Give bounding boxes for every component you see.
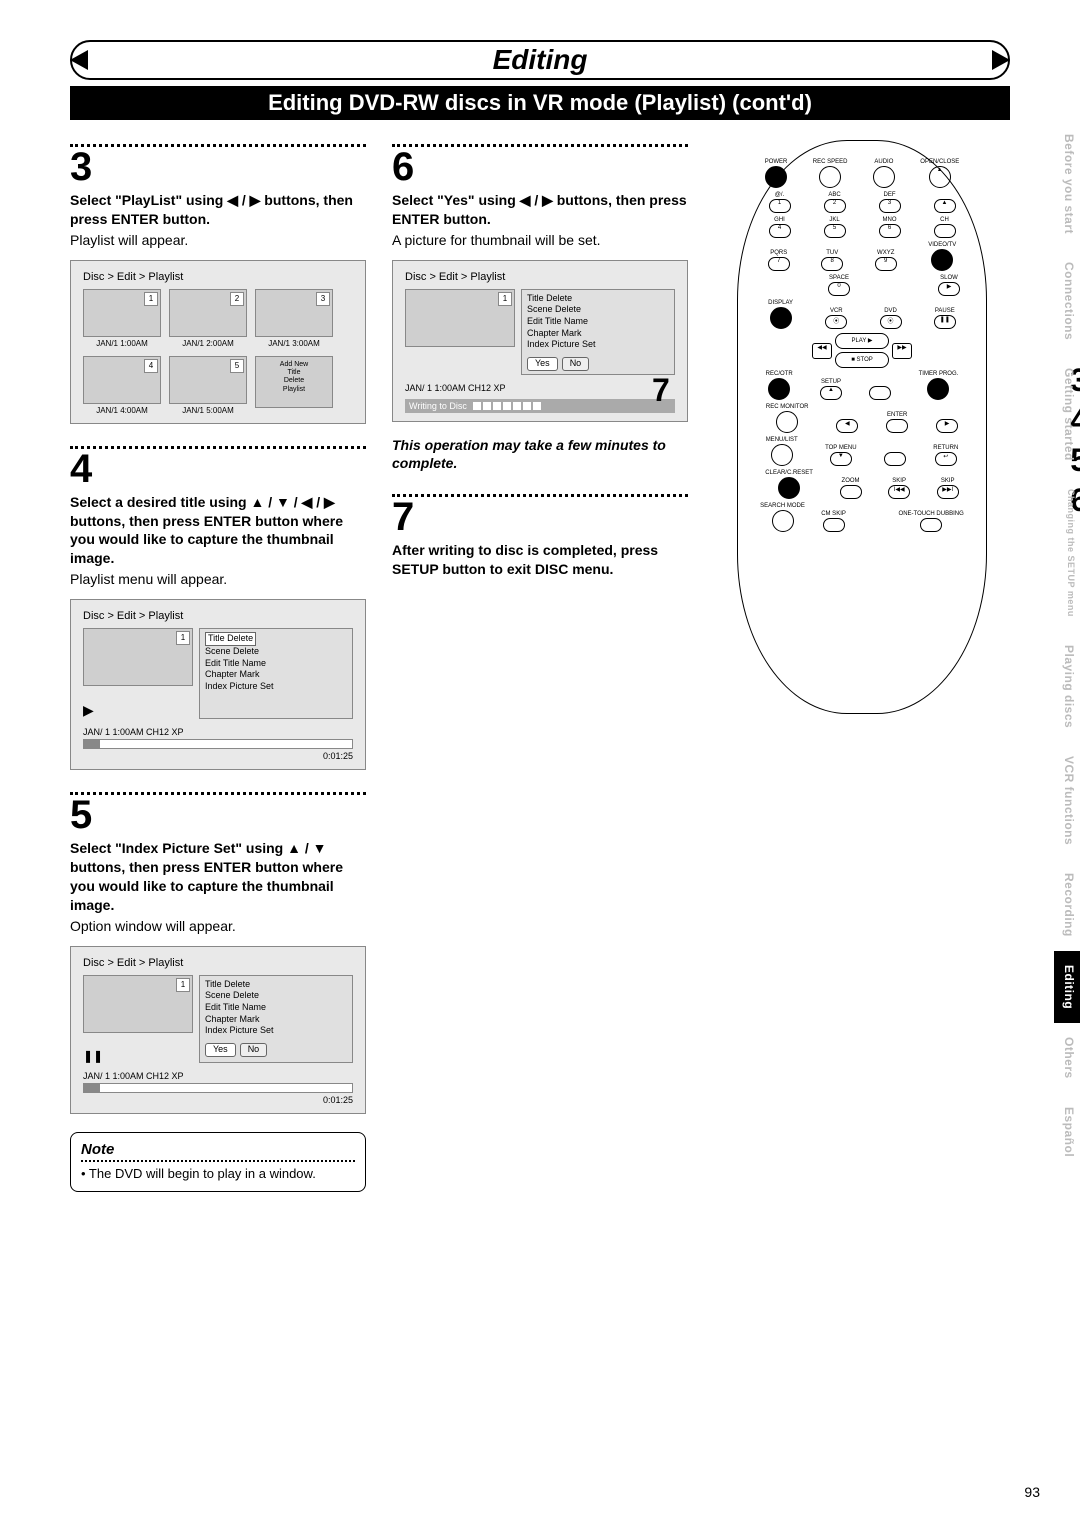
key-0[interactable]: 0: [828, 282, 850, 296]
step-number: 4: [70, 449, 366, 489]
clear-button[interactable]: [778, 477, 800, 499]
playlist-thumbnails-screen: Disc > Edit > Playlist 1JAN/1 1:00AM 2JA…: [70, 260, 366, 424]
writing-screen: Disc > Edit > Playlist 1 Title Delete Sc…: [392, 260, 688, 422]
rec-speed-button[interactable]: [819, 166, 841, 188]
step-body: Option window will appear.: [70, 917, 366, 936]
ch-up[interactable]: ▲: [934, 199, 956, 213]
search-mode-button[interactable]: [772, 510, 794, 532]
return-button[interactable]: ↩: [935, 452, 957, 466]
step-number: 7: [392, 497, 688, 537]
power-button[interactable]: [765, 166, 787, 188]
play-button[interactable]: PLAY ▶: [835, 333, 889, 349]
key-5[interactable]: 5: [824, 224, 846, 238]
step-instruction: Select "Yes" using ◀ / ▶ buttons, then p…: [392, 191, 688, 229]
playlist-menu-screen: Disc > Edit > Playlist 1 ▶ Title Delete …: [70, 599, 366, 770]
key-6[interactable]: 6: [879, 224, 901, 238]
remote-control: POWER REC SPEED AUDIO OPEN/CLOSE▲ @/.1 A…: [737, 140, 987, 714]
display-button[interactable]: [770, 307, 792, 329]
left-button[interactable]: ◀: [836, 419, 858, 433]
step-instruction: Select "Index Picture Set" using ▲ / ▼ b…: [70, 839, 366, 915]
tab-espanol[interactable]: Español: [1054, 1093, 1080, 1171]
audio-button[interactable]: [873, 166, 895, 188]
page-number: 93: [1024, 1484, 1040, 1500]
rec-button[interactable]: [768, 378, 790, 400]
key-4[interactable]: 4: [769, 224, 791, 238]
key-7[interactable]: 7: [768, 257, 790, 271]
dvd-button[interactable]: ⦿: [880, 315, 902, 329]
tab-playing-discs[interactable]: Playing discs: [1054, 631, 1080, 742]
right-button[interactable]: ▶: [936, 419, 958, 433]
step-number: 3: [70, 147, 366, 187]
enter-button[interactable]: [886, 419, 908, 433]
vcr-button[interactable]: ⦿: [825, 315, 847, 329]
tab-setup-menu[interactable]: Changing the SETUP menu: [1054, 475, 1080, 631]
option-window-screen: Disc > Edit > Playlist 1 ❚❚ Title Delete…: [70, 946, 366, 1114]
tab-recording[interactable]: Recording: [1054, 859, 1080, 951]
section-header: Editing: [70, 40, 1010, 80]
add-new-tile: Add NewTitleDeletePlaylist: [255, 356, 333, 408]
section-subheader: Editing DVD-RW discs in VR mode (Playlis…: [70, 86, 1010, 120]
timer-button[interactable]: [927, 378, 949, 400]
key-3[interactable]: 3: [879, 199, 901, 213]
skip-back-button[interactable]: I◀◀: [888, 485, 910, 499]
menu-list-button[interactable]: [771, 444, 793, 466]
setup-button[interactable]: ▲: [820, 386, 842, 400]
top-menu-button[interactable]: ▼: [830, 452, 852, 466]
tab-getting-started[interactable]: Getting started: [1054, 354, 1080, 475]
warning-text: This operation may take a few minutes to…: [392, 436, 688, 472]
tab-before-you-start[interactable]: Before you start: [1054, 120, 1080, 248]
step-body: Playlist will appear.: [70, 231, 366, 250]
key-8[interactable]: 8: [821, 257, 843, 271]
step-instruction: Select "PlayList" using ◀ / ▶ buttons, t…: [70, 191, 366, 229]
step-body: A picture for thumbnail will be set.: [392, 231, 688, 250]
slow-button[interactable]: ▶: [938, 282, 960, 296]
step-instruction: Select a desired title using ▲ / ▼ / ◀ /…: [70, 493, 366, 569]
step-number: 5: [70, 795, 366, 835]
step-body: Playlist menu will appear.: [70, 570, 366, 589]
ch-label: [934, 224, 956, 238]
tab-vcr-functions[interactable]: VCR functions: [1054, 742, 1080, 859]
ff-button[interactable]: ▶▶: [892, 343, 912, 359]
skip-fwd-button[interactable]: ▶▶I: [937, 485, 959, 499]
tab-editing[interactable]: Editing: [1054, 951, 1080, 1023]
rec-monitor-button[interactable]: [776, 411, 798, 433]
note-box: Note • The DVD will begin to play in a w…: [70, 1132, 366, 1192]
rew-button[interactable]: ◀◀: [812, 343, 832, 359]
step-number: 6: [392, 147, 688, 187]
tab-connections[interactable]: Connections: [1054, 248, 1080, 354]
section-tabs: Before you start Connections Getting sta…: [1054, 120, 1080, 1171]
key-9[interactable]: 9: [875, 257, 897, 271]
stop-button[interactable]: ■ STOP: [835, 352, 889, 368]
tab-others[interactable]: Others: [1054, 1023, 1080, 1093]
video-tv-button[interactable]: [931, 249, 953, 271]
open-close-button[interactable]: ▲: [929, 166, 951, 188]
callout-7: 7: [652, 372, 670, 409]
key-2[interactable]: 2: [824, 199, 846, 213]
step-instruction: After writing to disc is completed, pres…: [392, 541, 688, 579]
dubbing-button[interactable]: [920, 518, 942, 532]
pause-button[interactable]: ❚❚: [934, 315, 956, 329]
breadcrumb: Disc > Edit > Playlist: [83, 271, 353, 283]
key-1[interactable]: 1: [769, 199, 791, 213]
cm-skip-button[interactable]: [823, 518, 845, 532]
zoom-button[interactable]: [840, 485, 862, 499]
